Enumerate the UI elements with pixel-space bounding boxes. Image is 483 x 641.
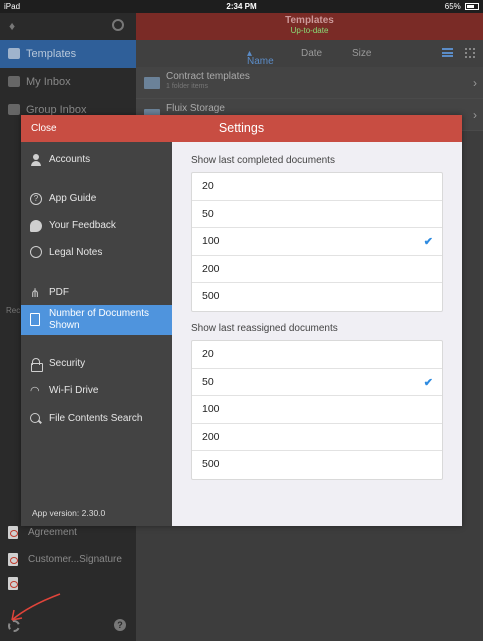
battery-icon [465,3,479,11]
speech-bubble-icon [30,220,42,232]
menu-item-app-guide[interactable]: ? App Guide [21,189,172,209]
sort-date-tab[interactable]: Date [301,48,322,59]
menu-item-label: Security [49,358,86,369]
menu-item-label: Number of Documents Shown [49,308,150,331]
inbox-icon [8,76,20,87]
chevron-right-icon: › [473,108,477,122]
lock-icon [30,358,43,372]
search-icon[interactable] [112,19,124,31]
settings-header: Close Settings [21,115,462,142]
list-view-icon[interactable] [442,48,453,57]
reassigned-section-label: Show last reassigned documents [191,323,338,334]
chevron-right-icon: › [473,76,477,90]
inbox-icon [8,104,20,115]
menu-item-your-feedback[interactable]: Your Feedback [21,216,172,236]
recent-item-label: Agreement [28,527,77,538]
version-label: App version: [32,508,80,518]
menu-item-pdf[interactable]: ⋔ PDF [21,283,172,303]
share-nodes-icon: ⋔ [30,286,41,300]
battery-indicator: 65% [445,2,479,11]
menu-item-label: Accounts [49,154,91,165]
help-icon[interactable]: ? [114,619,126,631]
completed-options-list: 20 50 100 ✔ 200 500 [191,172,443,312]
question-icon: ? [30,193,42,205]
recent-item-label: Customer...Signature [28,554,122,565]
reassigned-option-200[interactable]: 200 [192,424,442,451]
settings-detail: Show last completed documents 20 50 100 ✔… [172,142,462,526]
battery-percent: 65% [444,2,461,11]
completed-option-500[interactable]: 500 [192,283,442,311]
completed-option-100[interactable]: 100 ✔ [192,228,442,256]
menu-item-wifi-drive[interactable]: ◠ Wi-Fi Drive [21,381,172,401]
reassigned-option-500[interactable]: 500 [192,451,442,479]
reassigned-option-50[interactable]: 50 ✔ [192,369,442,396]
completed-section-label: Show last completed documents [191,155,335,166]
completed-option-50[interactable]: 50 [192,201,442,228]
bell-icon[interactable]: ♦ [9,19,19,33]
sync-status: Up-to-date [290,26,329,35]
wifi-icon: ◠ [30,385,40,397]
folder-icon [144,77,160,89]
reassigned-option-20[interactable]: 20 [192,341,442,369]
list-item[interactable]: Contract templates 1 folder items › [136,67,483,99]
annotation-arrow-icon [11,593,61,621]
menu-item-number-of-documents[interactable]: Number of Documents Shown [21,305,172,335]
sort-bar: Name ▴ Date Size [136,40,483,67]
app-version: App version: 2.30.0 [32,508,105,518]
settings-modal: Close Settings Accounts ? App Guide Your… [21,115,462,526]
completed-option-200[interactable]: 200 [192,256,442,283]
checkmark-icon: ✔ [423,236,433,248]
search-icon [30,413,42,425]
completed-option-20[interactable]: 20 [192,173,442,201]
pdf-icon [8,526,18,539]
menu-item-label: File Contents Search [49,413,143,424]
status-bar: iPad 2:34 PM 65% [0,0,483,13]
templates-header: Templates Up-to-date [136,13,483,40]
sort-name-tab[interactable]: Name ▴ [247,48,274,67]
item-title: Fluix Storage [166,103,225,114]
settings-menu: Accounts ? App Guide Your Feedback Legal… [21,142,172,526]
briefcase-icon [8,48,20,59]
page-title: Templates [285,15,334,26]
sidebar-item-my-inbox[interactable]: My Inbox [0,68,136,96]
menu-item-label: PDF [49,287,69,298]
grid-view-icon[interactable] [465,48,475,58]
clock: 2:34 PM [226,2,257,11]
menu-item-security[interactable]: Security [21,354,172,374]
menu-item-label: Your Feedback [49,220,116,231]
item-title: Contract templates [166,71,250,82]
document-icon [30,313,40,326]
checkmark-icon: ✔ [423,376,433,389]
settings-title: Settings [218,121,265,135]
menu-item-label: Wi-Fi Drive [49,385,99,396]
menu-item-file-contents-search[interactable]: File Contents Search [21,409,172,429]
reassigned-options-list: 20 50 ✔ 100 200 500 [191,340,443,480]
person-icon [30,154,42,166]
menu-item-label: Legal Notes [49,247,103,258]
pdf-icon [8,553,18,566]
badge-icon [30,246,42,258]
sort-size-tab[interactable]: Size [352,48,371,59]
sidebar-item-label: My Inbox [26,76,71,88]
sidebar-item-templates[interactable]: Templates [0,40,136,68]
item-subtitle: 1 folder items [166,83,209,90]
pdf-icon [8,577,18,590]
menu-item-label: App Guide [49,193,97,204]
menu-item-legal-notes[interactable]: Legal Notes [21,243,172,263]
sidebar-item-label: Templates [26,48,77,60]
reassigned-option-100[interactable]: 100 [192,396,442,424]
version-value: 2.30.0 [81,508,106,518]
menu-item-accounts[interactable]: Accounts [21,150,172,170]
